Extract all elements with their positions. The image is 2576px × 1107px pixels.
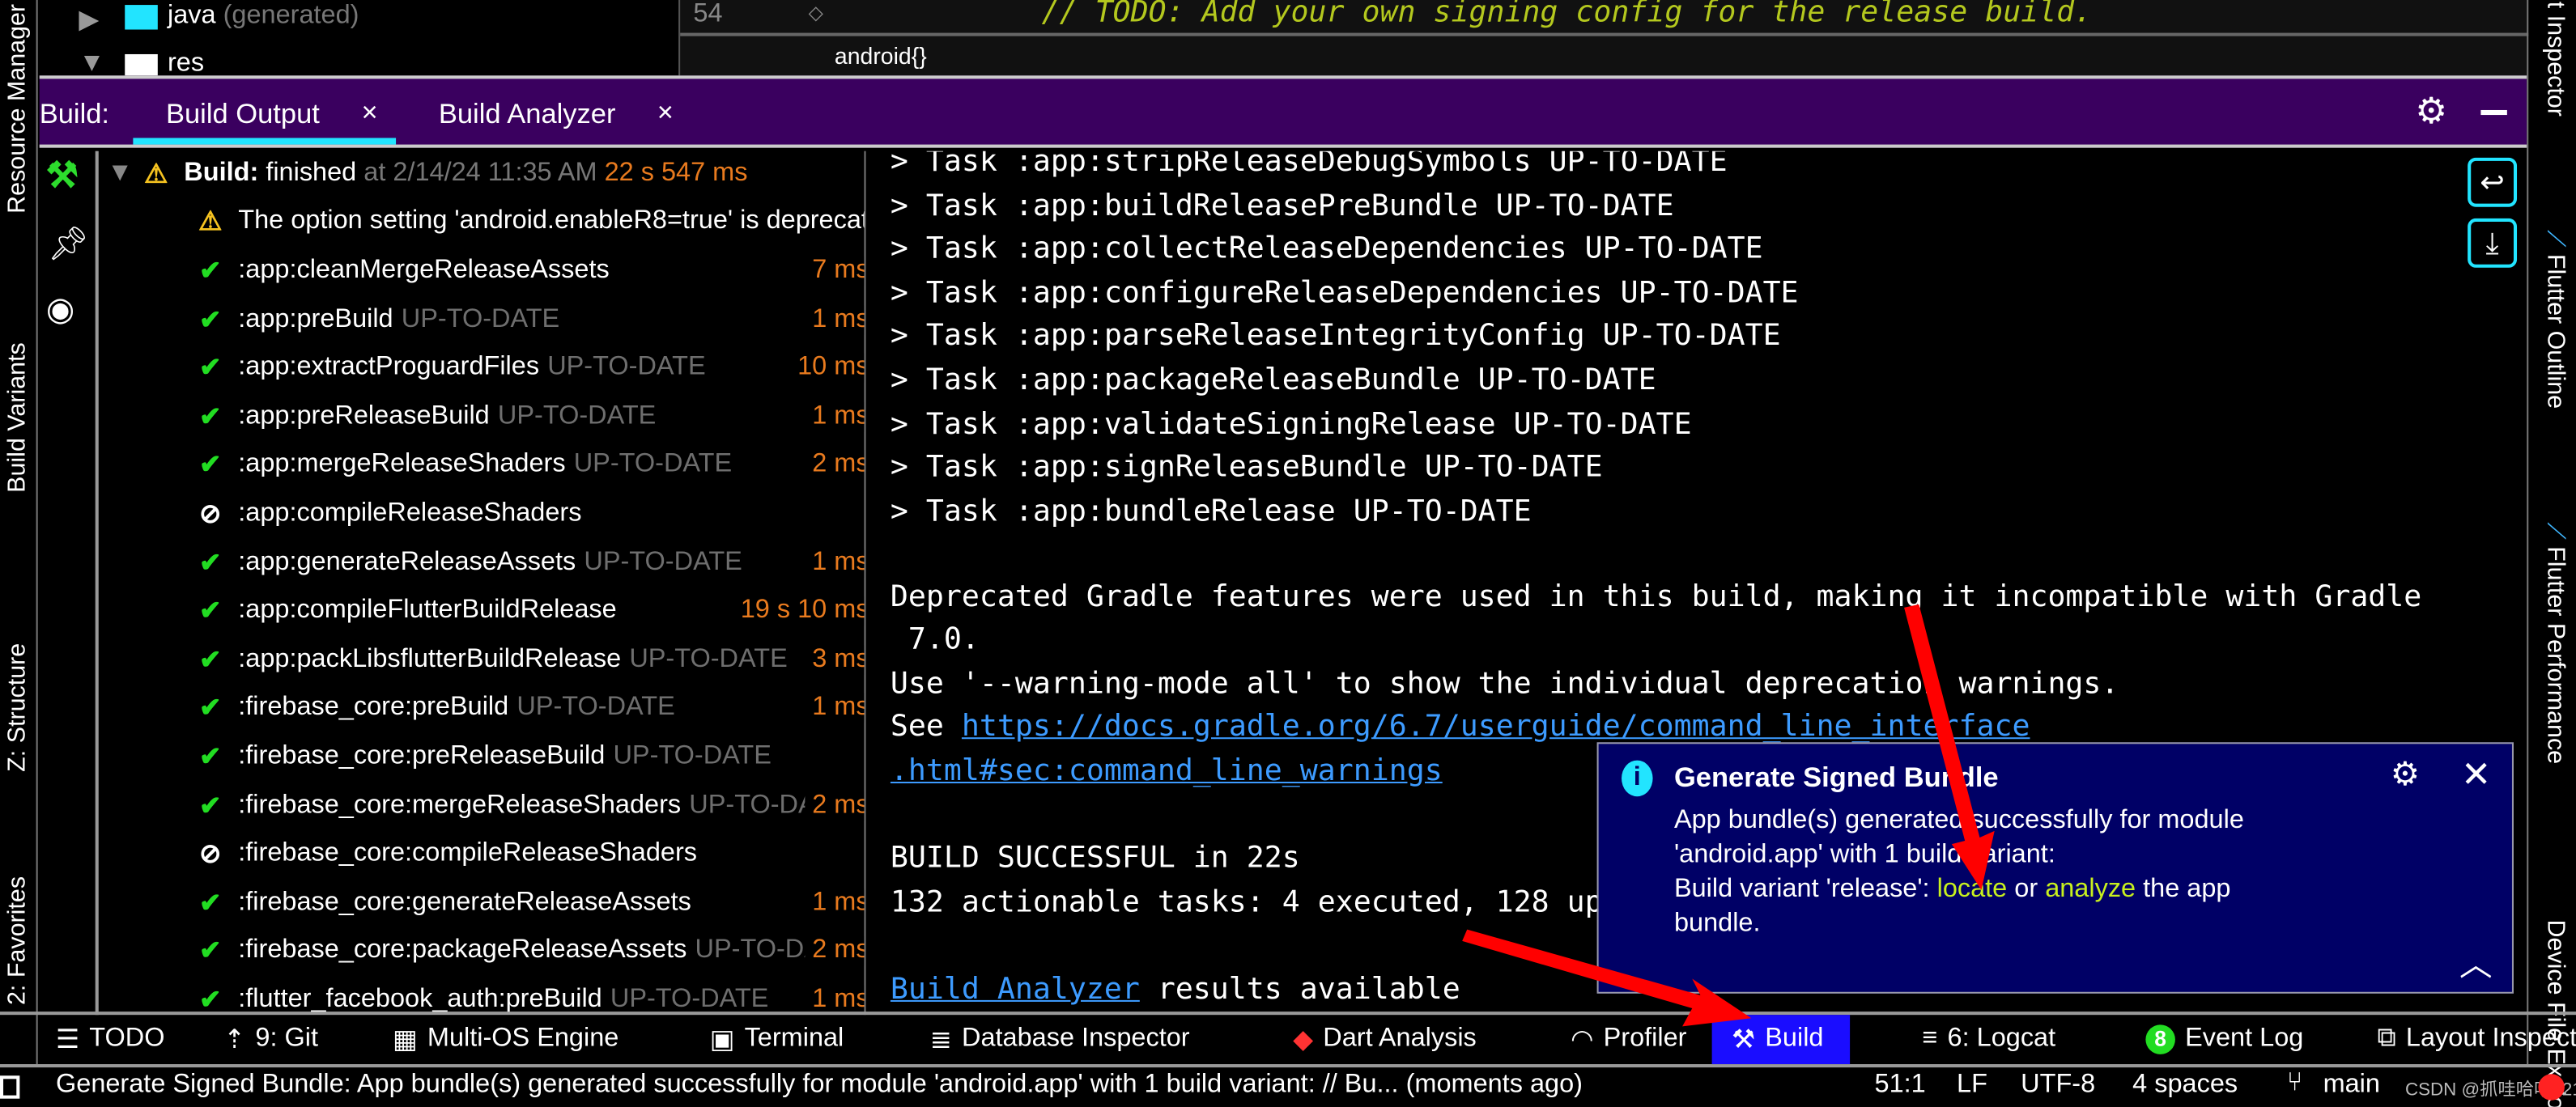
android-studio-window: Resource Manager Build Variants Z: Struc…	[0, 0, 2576, 1107]
annotation-arrows	[1462, 604, 1995, 1027]
red-arrow-right	[1462, 929, 1752, 1027]
red-arrow-down	[1904, 604, 1995, 890]
